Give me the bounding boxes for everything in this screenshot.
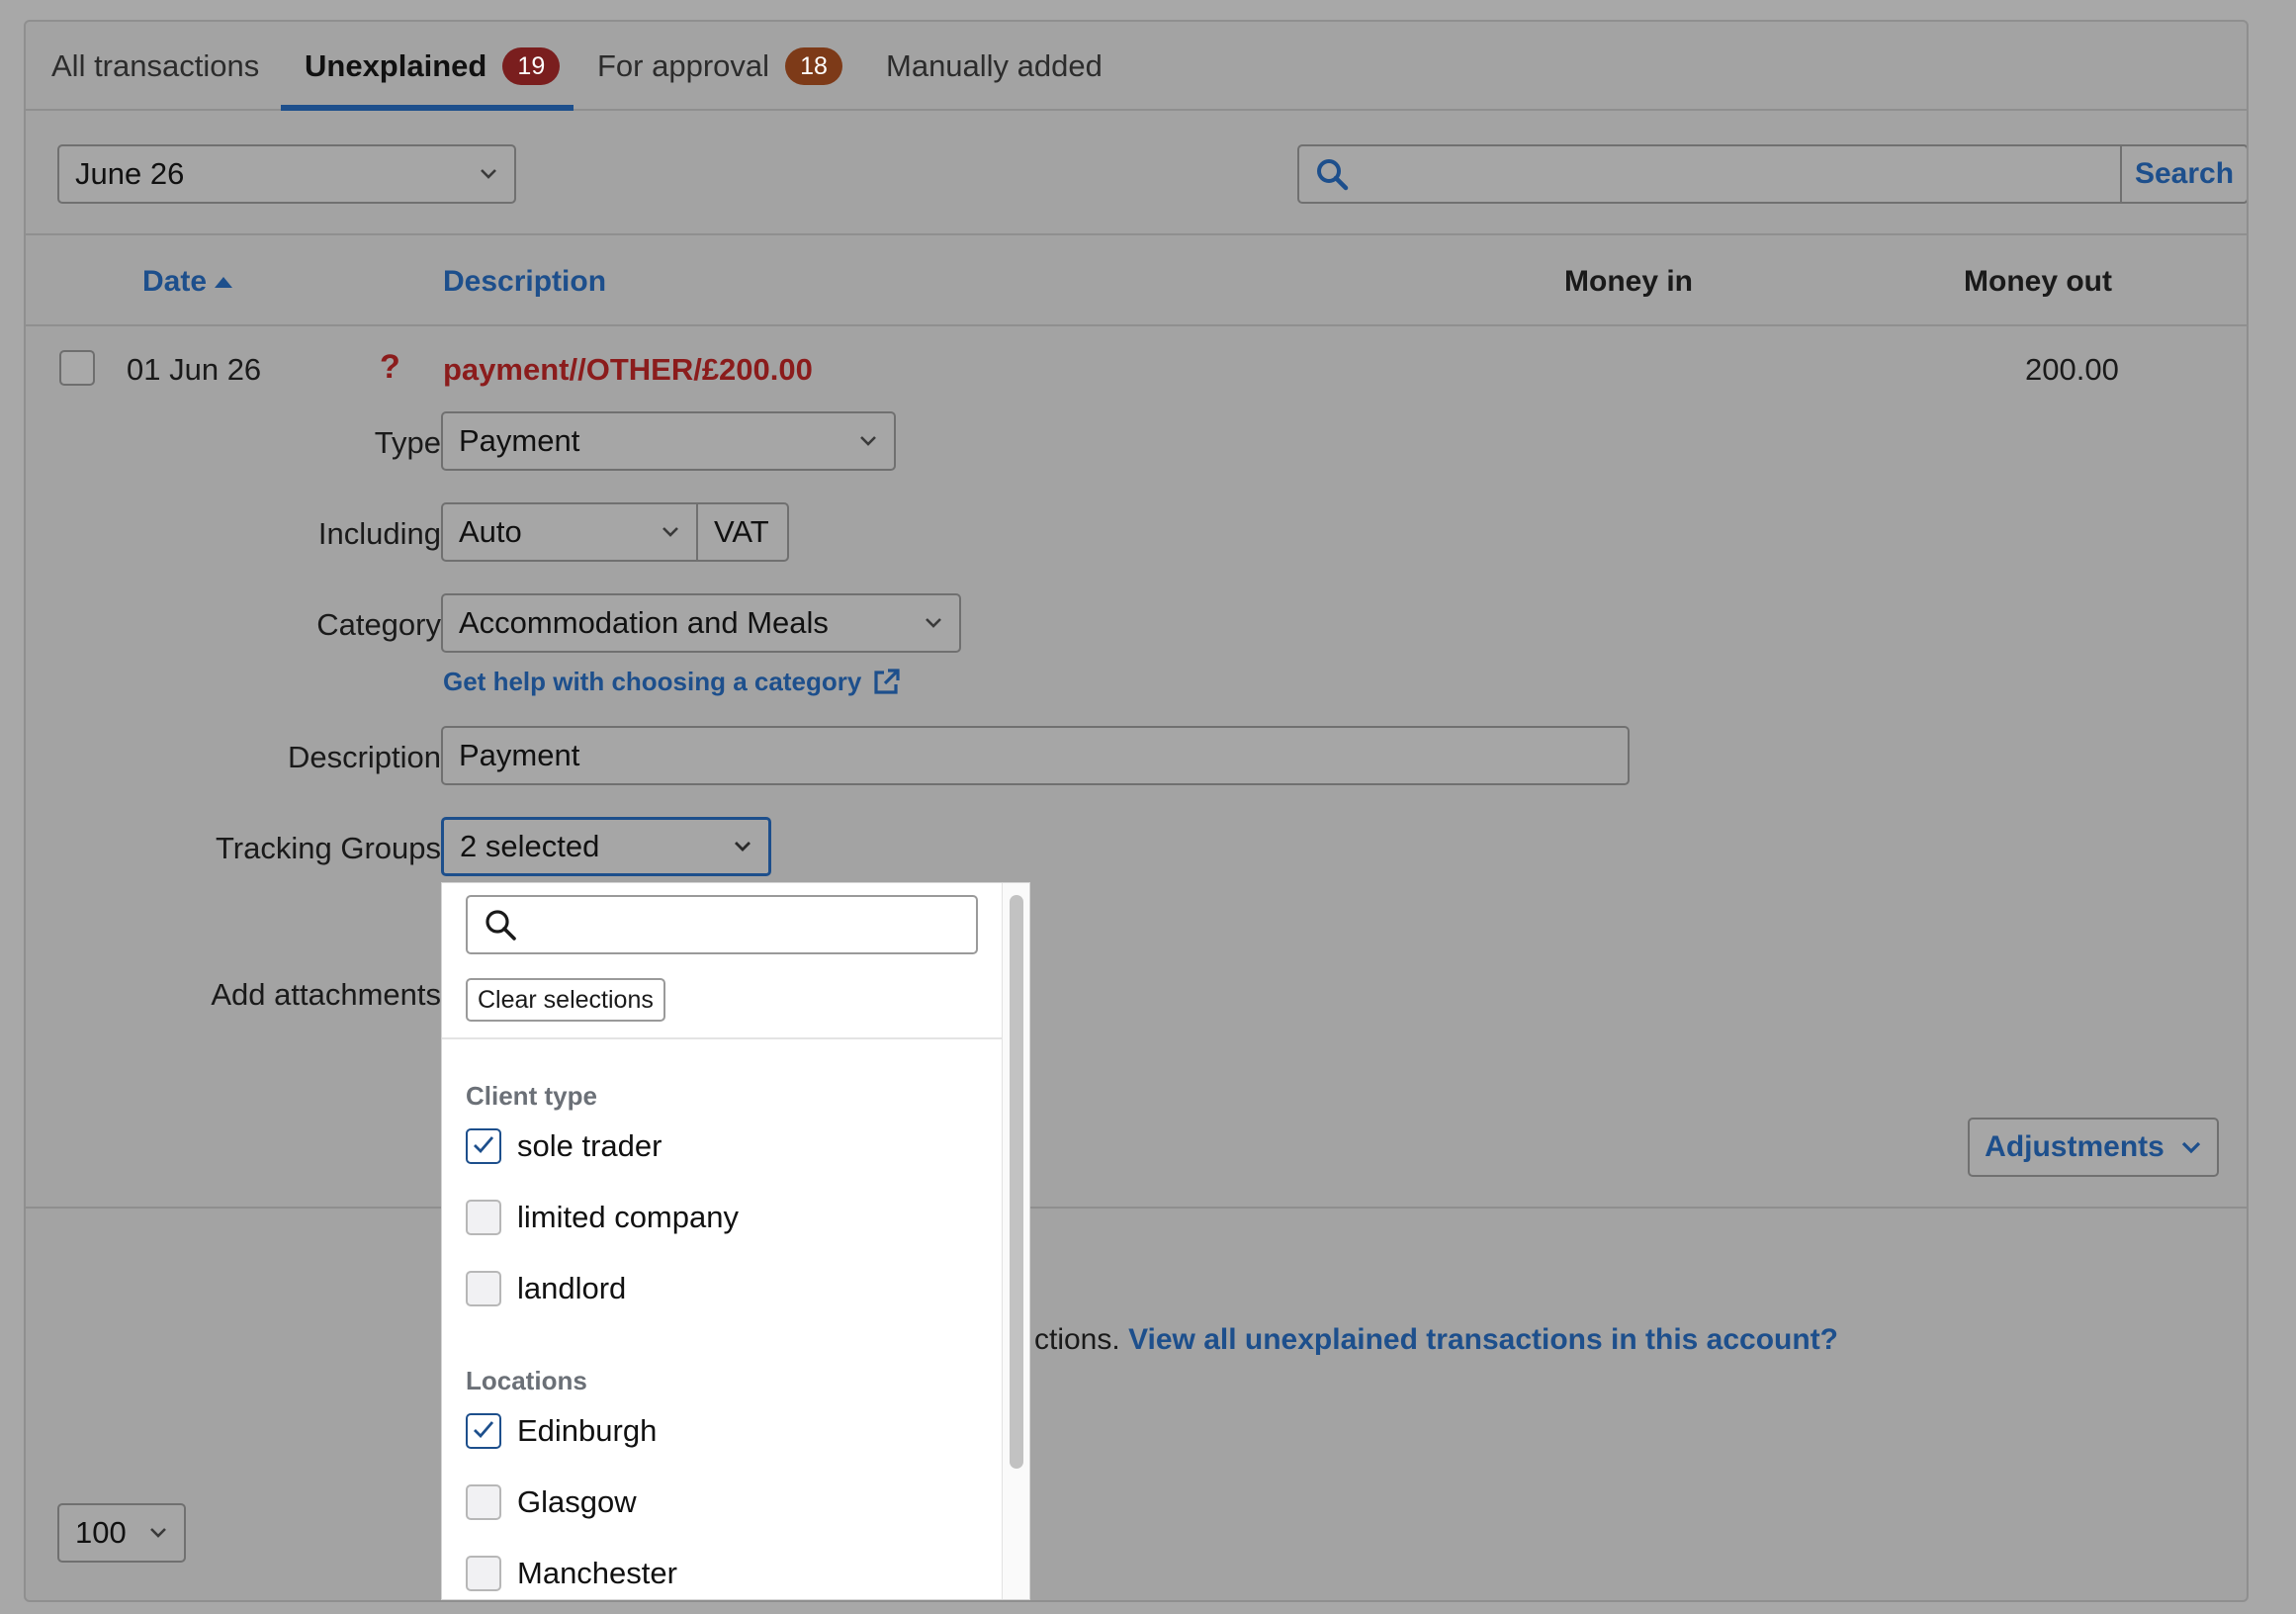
money-out-value: 200.00	[2025, 352, 2119, 387]
search-icon	[1317, 159, 1349, 191]
including-label: Including	[317, 516, 441, 551]
tab-label: Unexplained	[305, 48, 487, 83]
count-badge: 18	[785, 47, 843, 85]
option-landlord[interactable]: landlord	[466, 1269, 626, 1308]
tab-all-transactions[interactable]: All transactions	[51, 22, 259, 111]
clear-selections-button[interactable]: Clear selections	[466, 978, 665, 1022]
type-label: Type	[374, 425, 441, 460]
transaction-date: 01 Jun 26	[127, 352, 262, 387]
count-badge: 19	[502, 47, 561, 85]
transaction-description[interactable]: payment//OTHER/£200.00	[443, 352, 813, 388]
transactions-panel: All transactions Unexplained 19 For appr…	[24, 20, 2249, 1602]
checkmark-icon	[474, 1136, 494, 1154]
vat-addon: VAT	[696, 502, 789, 562]
tab-for-approval[interactable]: For approval 18	[597, 22, 843, 111]
chevron-down-icon	[2181, 1141, 2200, 1154]
row-select-checkbox[interactable]	[59, 350, 95, 386]
option-limited-company[interactable]: limited company	[466, 1198, 739, 1237]
chevron-down-icon	[926, 618, 941, 628]
tracking-search-input[interactable]	[466, 895, 978, 954]
empty-state-text: ctions.	[1034, 1323, 1120, 1356]
empty-state-message: ctions. View all unexplained transaction…	[1034, 1323, 1838, 1357]
tab-label: Manually added	[886, 48, 1103, 83]
external-link-icon	[874, 668, 900, 694]
tab-bar: All transactions Unexplained 19 For appr…	[26, 22, 2247, 111]
unexplained-status-icon: ?	[380, 348, 400, 386]
tab-manually-added[interactable]: Manually added	[886, 22, 1103, 111]
tab-unexplained[interactable]: Unexplained 19	[305, 22, 561, 111]
chevron-down-icon	[735, 842, 751, 852]
chevron-down-icon	[860, 436, 876, 446]
description-input-value: Payment	[459, 738, 580, 772]
description-label: Description	[287, 740, 441, 774]
add-attachments-label: Add attachments	[211, 977, 441, 1012]
vat-mode-value: Auto	[459, 514, 522, 549]
search-icon	[486, 910, 516, 941]
dropdown-divider	[442, 1037, 1002, 1039]
adjustments-button[interactable]: Adjustments	[1968, 1118, 2219, 1177]
option-glasgow[interactable]: Glasgow	[466, 1482, 637, 1522]
page-size-select[interactable]: 100	[57, 1503, 186, 1563]
tab-label: All transactions	[51, 48, 260, 83]
table-header: Date Description Money in Money out	[26, 237, 2247, 326]
dropdown-scrollbar[interactable]	[1010, 895, 1023, 1469]
tracking-groups-dropdown: Clear selections Client type sole trader…	[441, 882, 1030, 1600]
column-header-description[interactable]: Description	[443, 237, 606, 326]
column-header-date[interactable]: Date	[142, 237, 234, 326]
vat-mode-select[interactable]: Auto	[441, 502, 698, 562]
column-header-money-out: Money out	[1964, 265, 2112, 298]
search-button[interactable]: Search	[2120, 144, 2247, 204]
page-size-value: 100	[75, 1515, 127, 1550]
column-header-money-in: Money in	[1564, 265, 1694, 298]
checkbox-checked[interactable]	[466, 1413, 501, 1449]
chevron-down-icon	[481, 169, 496, 179]
category-label: Category	[316, 607, 441, 642]
group-heading-locations: Locations	[466, 1366, 587, 1395]
type-select-value: Payment	[459, 423, 580, 458]
description-input[interactable]: Payment	[441, 726, 1630, 785]
chevron-down-icon	[662, 527, 678, 537]
option-sole-trader[interactable]: sole trader	[466, 1126, 662, 1166]
category-select[interactable]: Accommodation and Meals	[441, 593, 961, 653]
checkbox-checked[interactable]	[466, 1128, 501, 1164]
option-edinburgh[interactable]: Edinburgh	[466, 1411, 657, 1451]
search-input[interactable]	[1297, 144, 2120, 204]
category-help-link[interactable]: Get help with choosing a category	[443, 667, 901, 697]
tracking-groups-label: Tracking Groups	[216, 831, 441, 865]
checkbox[interactable]	[466, 1556, 501, 1591]
type-select[interactable]: Payment	[441, 411, 896, 471]
row-divider	[26, 1207, 2247, 1209]
view-all-unexplained-link[interactable]: View all unexplained transactions in thi…	[1128, 1323, 1838, 1356]
checkmark-icon	[474, 1421, 494, 1439]
chevron-down-icon	[150, 1528, 166, 1538]
group-heading-client-type: Client type	[466, 1081, 597, 1111]
tab-label: For approval	[597, 48, 770, 83]
checkbox[interactable]	[466, 1271, 501, 1306]
option-manchester[interactable]: Manchester	[466, 1554, 677, 1593]
category-select-value: Accommodation and Meals	[459, 605, 829, 640]
checkbox[interactable]	[466, 1200, 501, 1235]
tracking-groups-value: 2 selected	[460, 829, 600, 863]
period-select-value: June 26	[75, 156, 185, 191]
sort-ascending-icon	[215, 277, 233, 288]
filter-toolbar: June 26 Search	[26, 113, 2247, 235]
vat-addon-label: VAT	[714, 514, 769, 549]
checkbox[interactable]	[466, 1484, 501, 1520]
active-tab-indicator	[281, 105, 574, 111]
period-select[interactable]: June 26	[57, 144, 516, 204]
tracking-groups-select[interactable]: 2 selected	[441, 817, 771, 876]
